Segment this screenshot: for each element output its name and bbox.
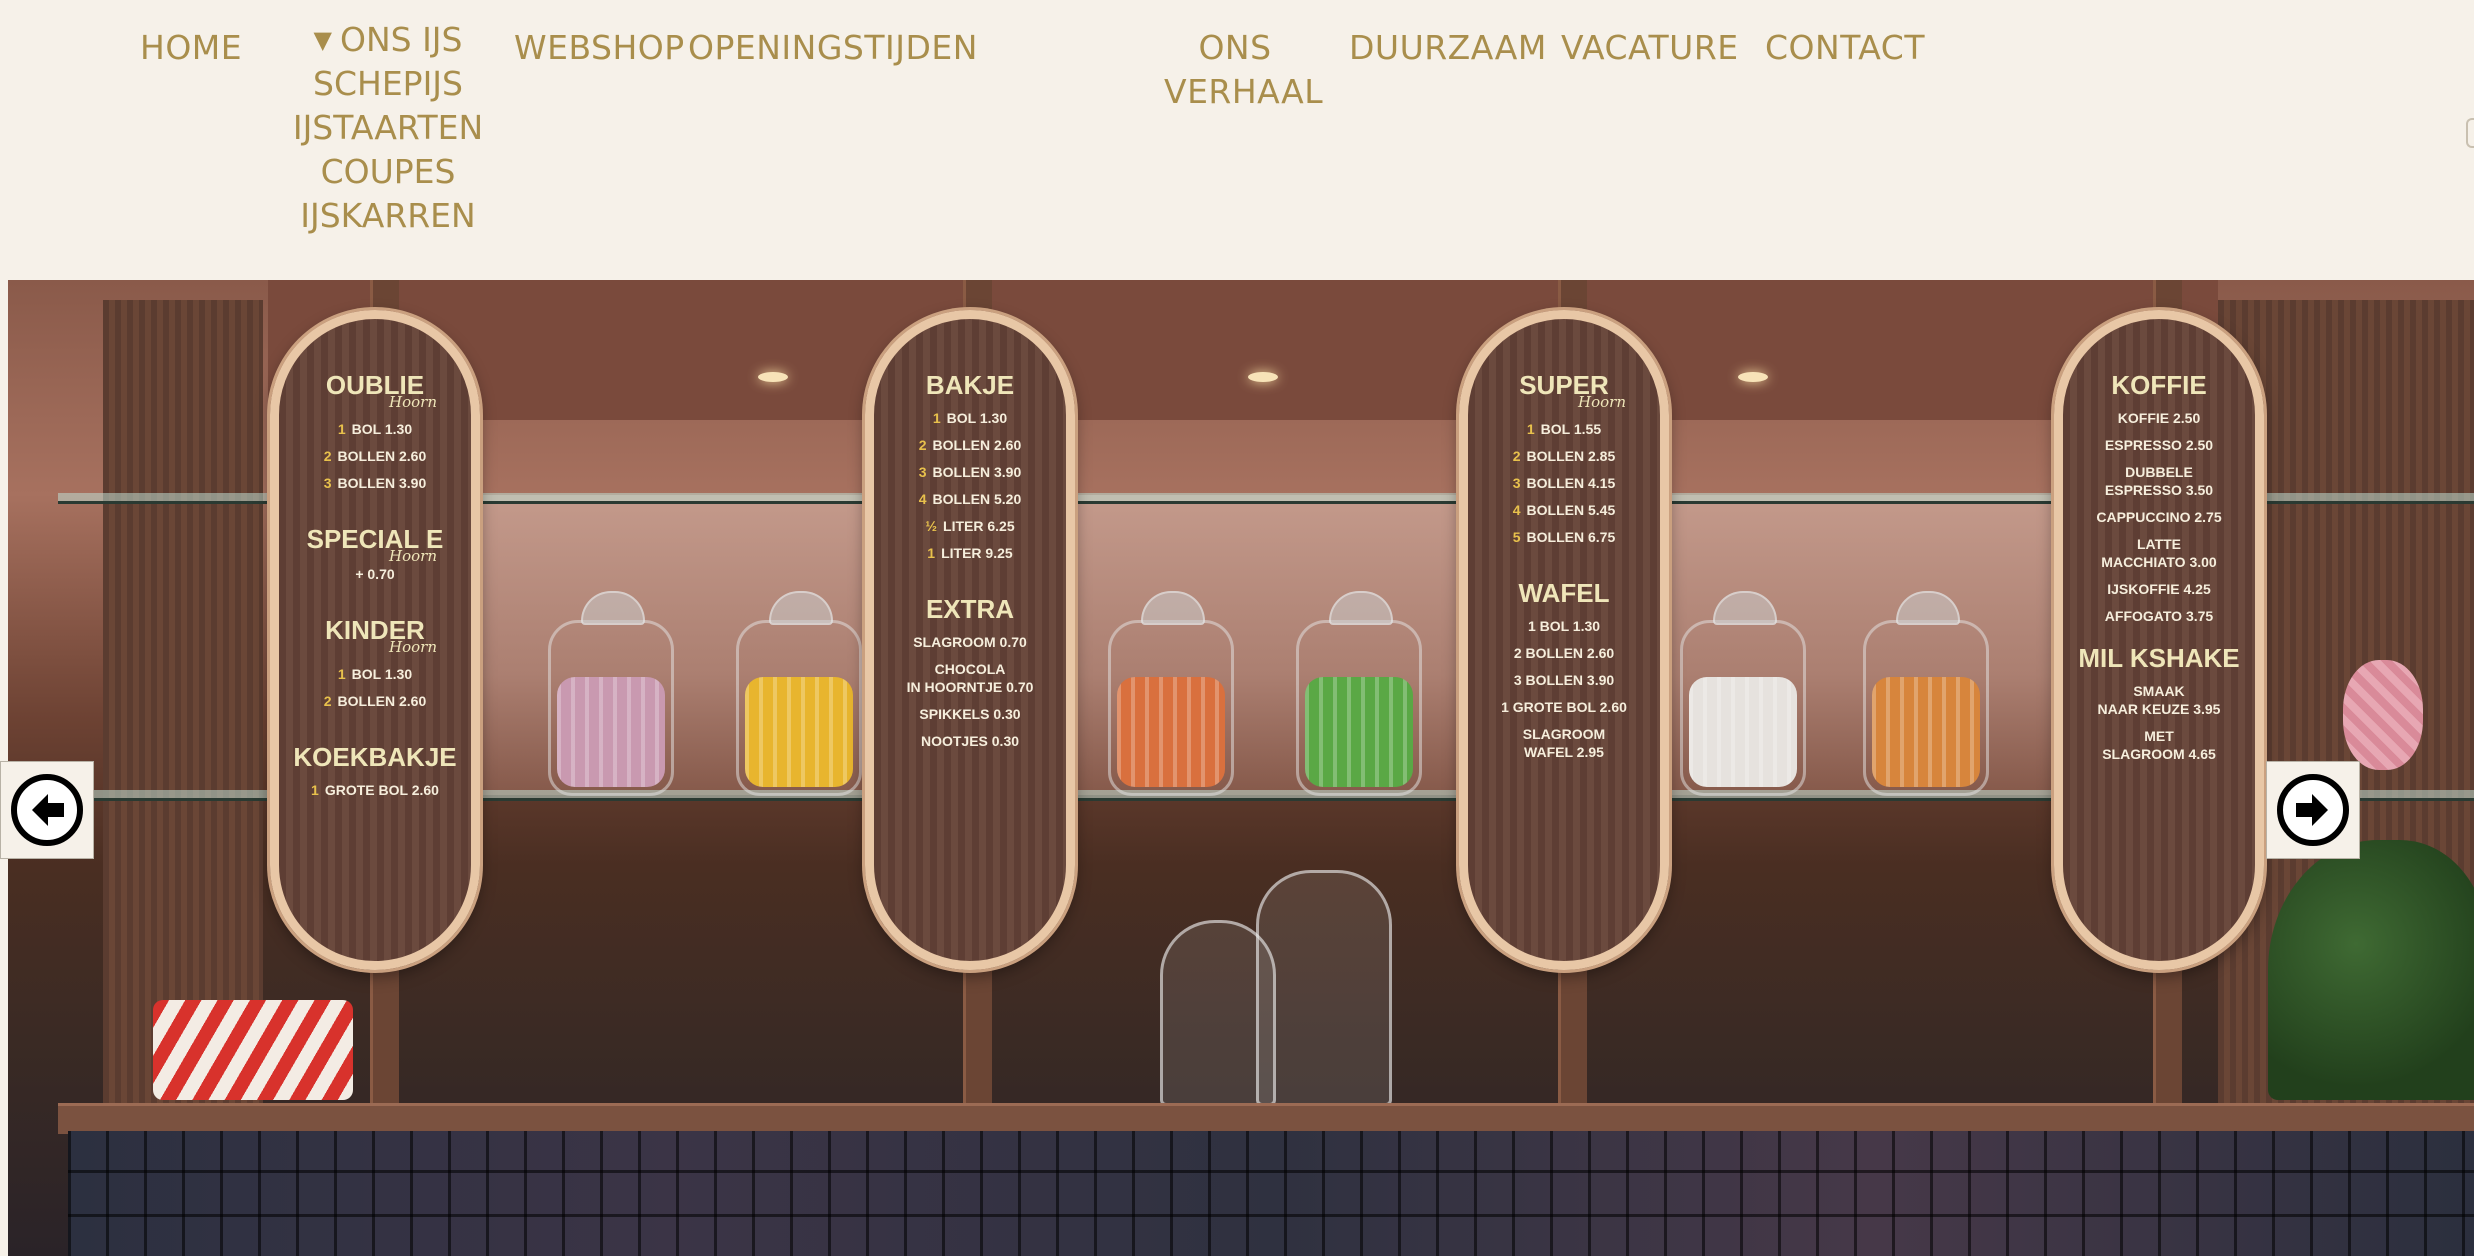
ceiling-lamp xyxy=(1738,372,1768,382)
menu-heading: KOFFIE xyxy=(2111,370,2207,400)
candy-jar-yellow xyxy=(736,591,862,796)
menu-line: 1 GROTE BOL 2.60 xyxy=(311,782,439,798)
arrow-right-icon xyxy=(2277,774,2349,846)
menu-line: 1 LITER 9.25 xyxy=(927,545,1013,561)
ice-cream-cups xyxy=(153,1000,353,1100)
menu-board-super: SUPER Hoorn 1 BOL 1.55 2 BOLLEN 2.85 3 BOLL… xyxy=(1459,310,1669,970)
nav-ons-verhaal[interactable]: ONS VERHAAL xyxy=(1164,26,1323,114)
menu-line: ESPRESSO 3.50 xyxy=(2104,482,2214,498)
counter-top xyxy=(58,1103,2474,1134)
menu-line: SLAGROOM 0.70 xyxy=(913,634,1027,650)
menu-line: CHOCOLA xyxy=(934,661,1006,677)
menu-heading: MIL KSHAKE xyxy=(2078,643,2240,673)
arrow-left-icon xyxy=(11,774,83,846)
menu-line: MET xyxy=(2144,728,2174,744)
menu-heading: WAFEL xyxy=(1518,578,1610,608)
menu-line: 1 BOL 1.30 xyxy=(932,410,1008,426)
glass-dome xyxy=(1256,870,1392,1106)
candy-jar-white xyxy=(1680,591,1806,796)
nav-webshop[interactable]: WEBSHOP xyxy=(514,26,685,70)
nav-ons-ijs-dropdown: ▼ ONS IJS SCHEPIJS IJSTAARTEN COUPES IJSK… xyxy=(290,18,486,238)
submenu-coupes[interactable]: COUPES xyxy=(290,150,486,194)
plant xyxy=(2268,840,2474,1100)
nav-ons-ijs[interactable]: ▼ ONS IJS xyxy=(290,18,486,62)
menu-line: LATTE xyxy=(2136,536,2182,552)
menu-line: SLAGROOM xyxy=(1522,726,1606,742)
menu-board-koffie: KOFFIE KOFFIE 2.50 ESPRESSO 2.50 DUBBELE… xyxy=(2054,310,2264,970)
menu-line: NOOTJES 0.30 xyxy=(920,733,1020,749)
menu-line: MACCHIATO 3.00 xyxy=(2101,554,2217,570)
menu-line: SLAGROOM 4.65 xyxy=(2102,746,2216,762)
menu-line: 1 BOL 1.30 xyxy=(1527,618,1601,634)
nav-openingstijden[interactable]: OPENINGSTIJDEN xyxy=(688,26,978,70)
menu-line: 4 BOLLEN 5.45 xyxy=(1512,502,1616,518)
ceiling xyxy=(268,280,2218,420)
nav-vacature[interactable]: VACATURE xyxy=(1561,26,1739,70)
menu-line: IJSKOFFIE 4.25 xyxy=(2107,581,2211,597)
menu-line: SMAAK xyxy=(2133,683,2185,699)
mirror-wall xyxy=(478,495,2058,795)
submenu-schepijs[interactable]: SCHEPIJS xyxy=(290,62,486,106)
menu-line: KOFFIE 2.50 xyxy=(2117,410,2201,426)
menu-line: AFFOGATO 3.75 xyxy=(2104,608,2214,624)
menu-heading: BAKJE xyxy=(925,370,1015,400)
menu-line: 1 BOL 1.30 xyxy=(337,421,413,437)
candy-jar-amber xyxy=(1863,591,1989,796)
menu-line: WAFEL 2.95 xyxy=(1524,744,1604,760)
candy-jar-pink xyxy=(548,591,674,796)
menu-line: 2 BOLLEN 2.60 xyxy=(323,448,427,464)
hero-slider-image: OUBLIE Hoorn 1 BOL 1.30 2 BOLLEN 2.60 3 BOL… xyxy=(8,280,2474,1256)
menu-line: 5 BOLLEN 6.75 xyxy=(1512,529,1616,545)
menu-line: DUBBELE xyxy=(2125,464,2193,480)
menu-heading: SPECIAL E xyxy=(306,524,444,554)
submenu-ijskarren[interactable]: IJSKARREN xyxy=(290,194,486,238)
menu-line: 1 GROTE BOL 2.60 xyxy=(1501,699,1627,715)
nav-contact[interactable]: CONTACT xyxy=(1765,26,1925,70)
ceiling-lamp xyxy=(758,372,788,382)
menu-line: IN HOORNTJE 0.70 xyxy=(906,679,1034,695)
menu-line: 2 BOLLEN 2.60 xyxy=(1513,645,1615,661)
caret-down-icon: ▼ xyxy=(313,26,332,54)
ceiling-lamp xyxy=(1248,372,1278,382)
page: HOME ▼ ONS IJS SCHEPIJS IJSTAARTEN COUPES… xyxy=(0,0,2474,1256)
menu-line: SPIKKELS 0.30 xyxy=(919,706,1021,722)
menu-board-oublie: OUBLIE Hoorn 1 BOL 1.30 2 BOLLEN 2.60 3 BOL… xyxy=(270,310,480,970)
nav-duurzaam[interactable]: DUURZAAM xyxy=(1349,26,1547,70)
menu-line: 4 BOLLEN 5.20 xyxy=(918,491,1022,507)
menu-board-bakje: BAKJE 1 BOL 1.30 2 BOLLEN 2.60 3 BOLLEN 3.9… xyxy=(865,310,1075,970)
menu-line: ESPRESSO 2.50 xyxy=(2104,437,2214,453)
menu-line: 2 BOLLEN 2.60 xyxy=(918,437,1022,453)
menu-heading: KOEKBAKJE xyxy=(293,742,457,772)
menu-line: + 0.70 xyxy=(355,566,395,582)
menu-line: 1 BOL 1.30 xyxy=(337,666,413,682)
menu-line: 2 BOLLEN 2.85 xyxy=(1512,448,1616,464)
menu-line: 3 BOLLEN 3.90 xyxy=(1513,672,1615,688)
slider-prev-button[interactable] xyxy=(0,761,94,859)
edge-mark xyxy=(2466,118,2474,148)
menu-line: 3 BOLLEN 3.90 xyxy=(323,475,427,491)
nav-home[interactable]: HOME xyxy=(140,26,242,70)
menu-line: 1 BOL 1.55 xyxy=(1526,421,1602,437)
slider-next-button[interactable] xyxy=(2266,761,2360,859)
menu-line: 3 BOLLEN 3.90 xyxy=(918,464,1022,480)
tiled-counter xyxy=(68,1131,2474,1256)
main-nav: HOME ▼ ONS IJS SCHEPIJS IJSTAARTEN COUPES… xyxy=(0,0,2474,280)
menu-line: 3 BOLLEN 4.15 xyxy=(1512,475,1616,491)
menu-line: 2 BOLLEN 2.60 xyxy=(323,693,427,709)
menu-line: ½ LITER 6.25 xyxy=(925,518,1015,534)
nav-ons-ijs-label: ONS IJS xyxy=(339,20,463,59)
menu-heading: EXTRA xyxy=(925,594,1015,624)
candy-jar-green xyxy=(1296,591,1422,796)
menu-line: NAAR KEUZE 3.95 xyxy=(2097,701,2221,717)
menu-line: CAPPUCCINO 2.75 xyxy=(2096,509,2222,525)
pineapple-decoration xyxy=(2343,660,2423,770)
candy-jar-orange xyxy=(1108,591,1234,796)
submenu-ijstaarten[interactable]: IJSTAARTEN xyxy=(290,106,486,150)
